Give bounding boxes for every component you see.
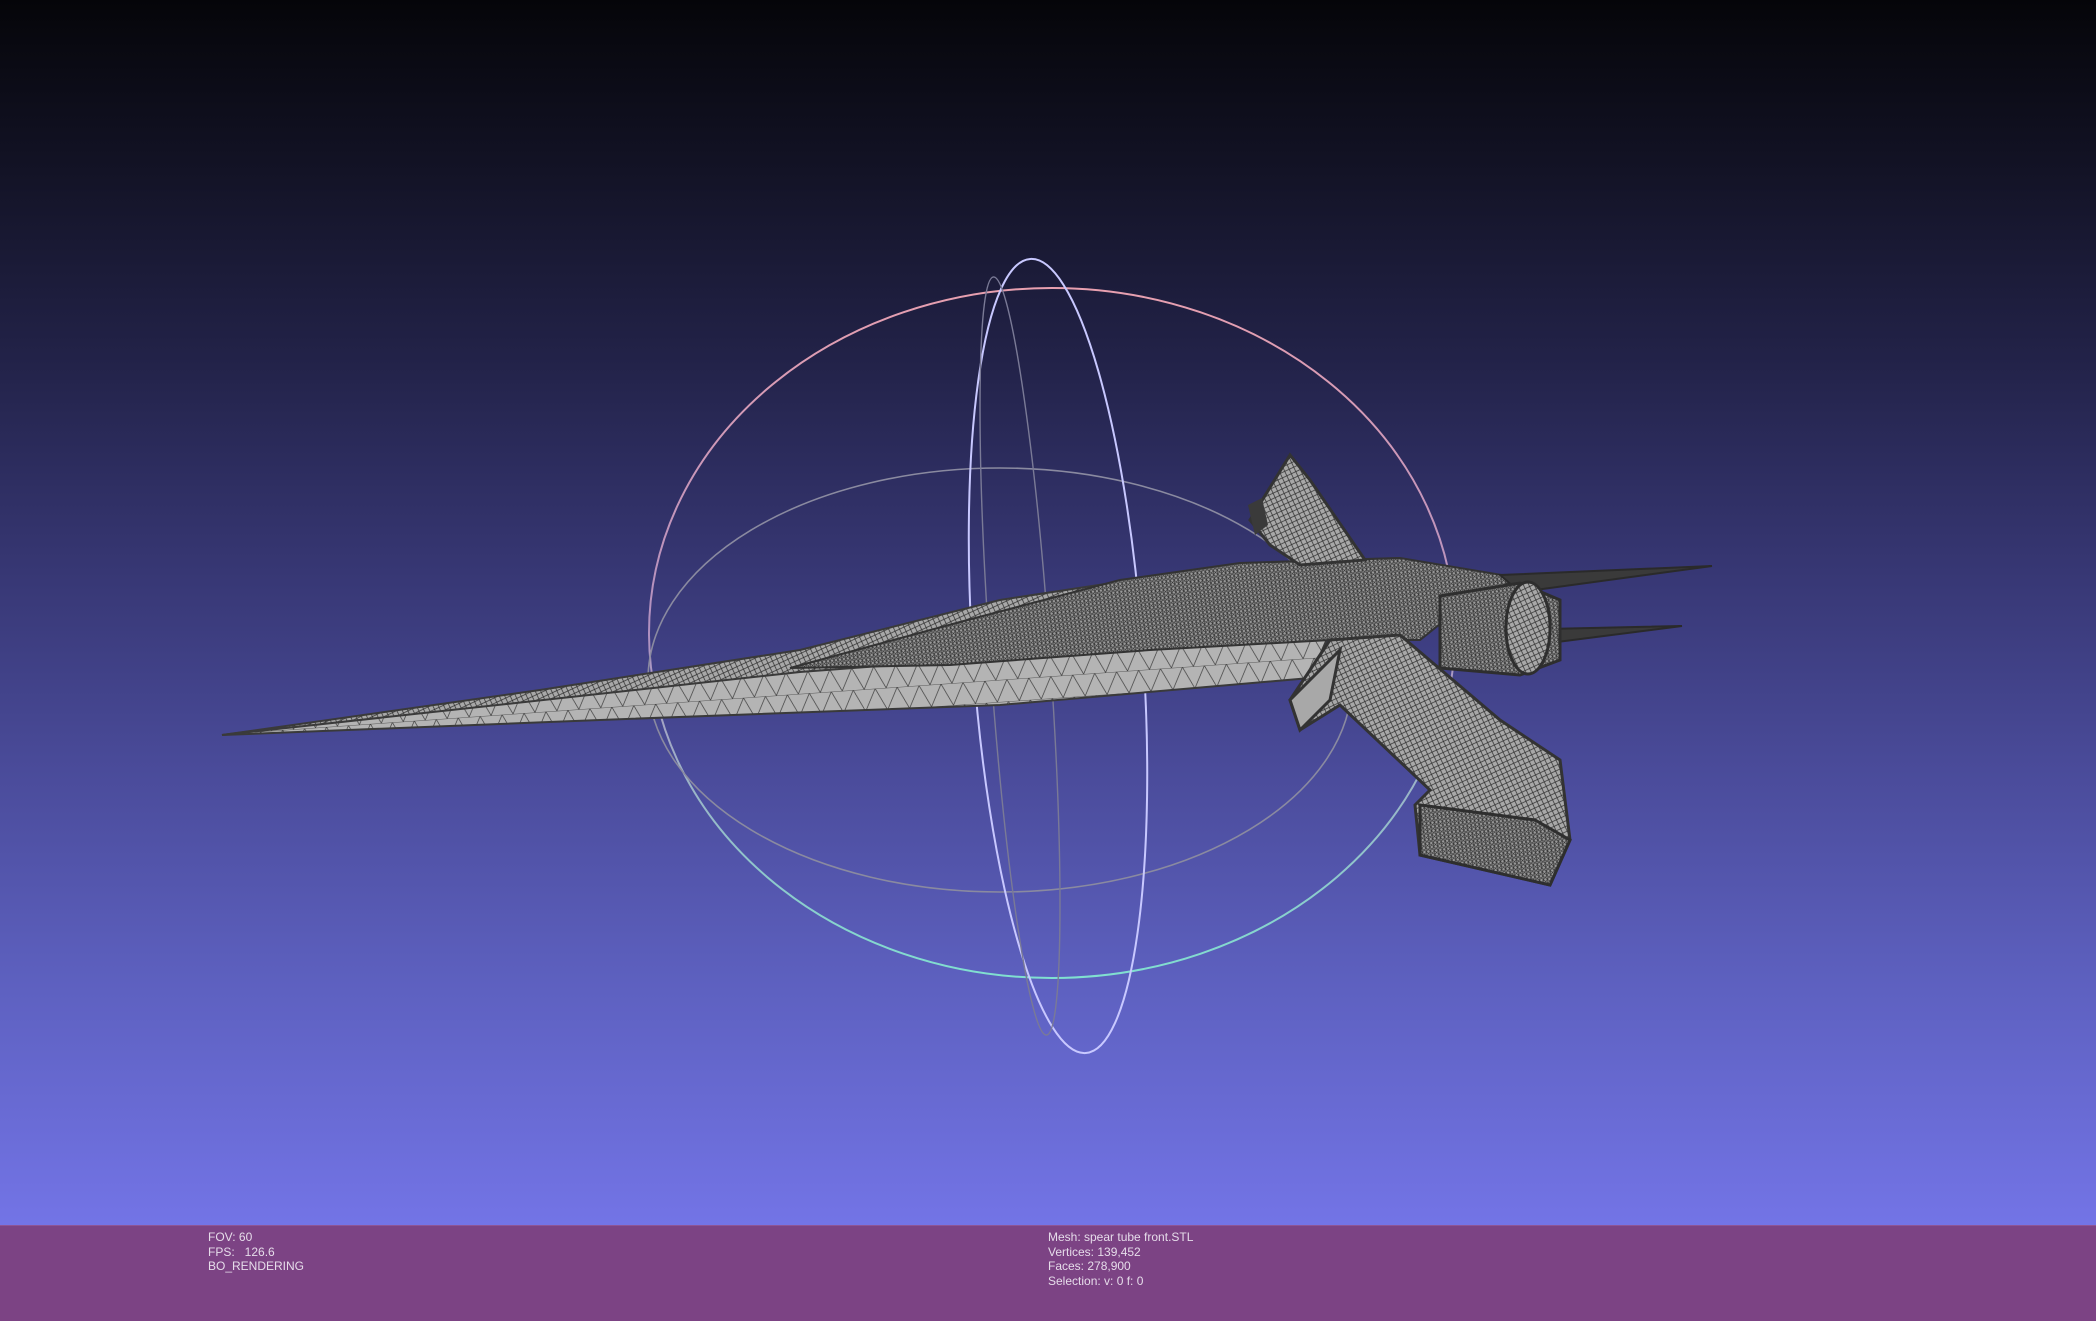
vertices-count-label: Vertices: 139,452 xyxy=(1048,1244,1141,1259)
render-info-panel: FOV: 60 FPS: 126.6 BO_RENDERING xyxy=(208,1230,304,1274)
faces-count-label: Faces: 278,900 xyxy=(1048,1259,1131,1273)
mesh-model[interactable] xyxy=(221,452,1713,887)
mesh-name-label: Mesh: spear tube front.STL xyxy=(1048,1230,1194,1244)
selection-label: Selection: v: 0 f: 0 xyxy=(1048,1273,1144,1288)
fov-label: FOV: 60 xyxy=(208,1230,253,1244)
render-mode-label: BO_RENDERING xyxy=(208,1259,305,1273)
mesh-collar-front xyxy=(1504,580,1552,676)
mesh-top-fin xyxy=(1248,452,1368,567)
3d-viewport[interactable] xyxy=(0,0,2096,1225)
scene-canvas[interactable] xyxy=(0,0,2096,1225)
status-info-bar: FOV: 60 FPS: 126.6 BO_RENDERING Mesh: sp… xyxy=(0,1225,2096,1321)
mesh-info-panel: Mesh: spear tube front.STL Vertices: 139… xyxy=(1048,1230,1193,1288)
fps-label: FPS: 126.6 xyxy=(208,1244,275,1259)
